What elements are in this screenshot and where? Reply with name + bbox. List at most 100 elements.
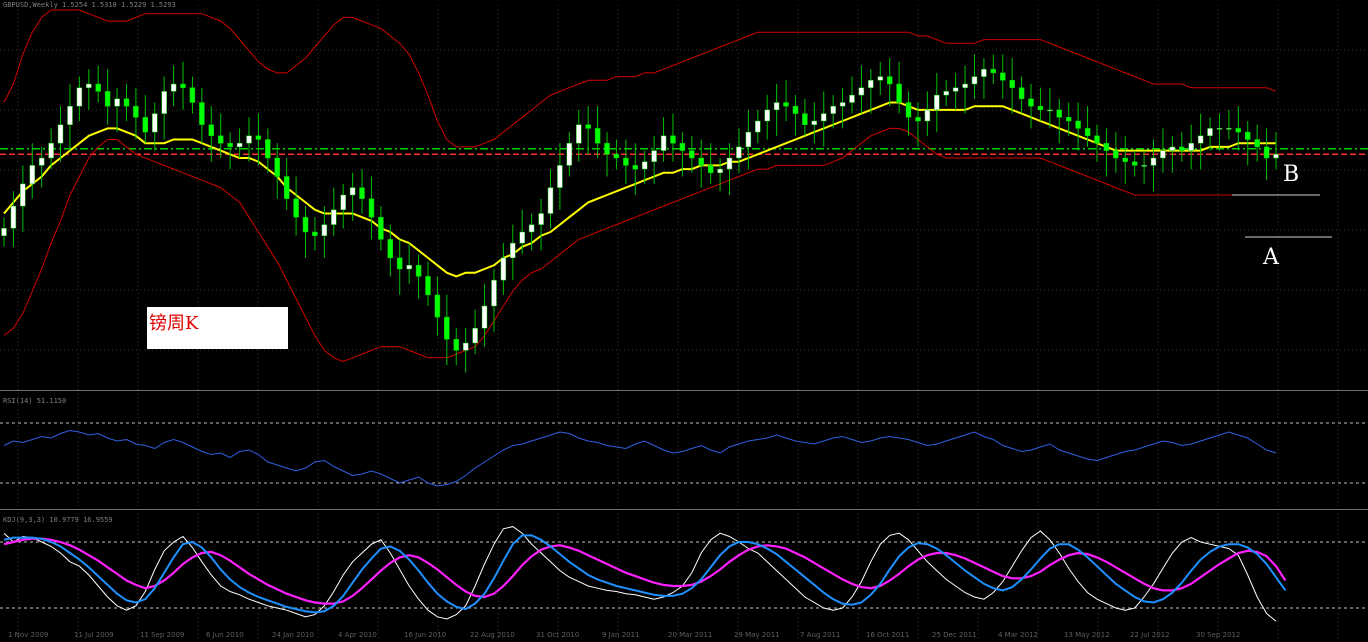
- candle-body: [86, 83, 92, 88]
- x-tick-label: 13 May 2012: [1064, 631, 1110, 639]
- candle-body: [660, 135, 667, 151]
- candle-body: [849, 94, 855, 103]
- candle-body: [952, 87, 959, 92]
- x-tick-label: 31 Oct 2010: [536, 631, 580, 639]
- candle-body: [689, 150, 695, 159]
- stoch-d-line: [3, 534, 1287, 614]
- candle-body: [1047, 109, 1053, 112]
- candle-body: [67, 105, 73, 125]
- candle-body: [1018, 87, 1025, 100]
- candle-body: [1122, 157, 1128, 162]
- candle-body: [29, 165, 36, 185]
- candle-body: [528, 224, 535, 233]
- candle-body: [349, 187, 356, 196]
- candle-body: [623, 157, 629, 166]
- candle-body: [10, 205, 17, 229]
- candle-body: [858, 87, 865, 96]
- candle-body: [359, 187, 365, 199]
- candle-body: [830, 105, 836, 114]
- candle-body: [20, 183, 26, 207]
- candle-body: [698, 157, 704, 166]
- candle-body: [896, 83, 902, 103]
- candle-body: [378, 216, 384, 240]
- candle-body: [811, 120, 818, 125]
- candle-body: [462, 342, 469, 351]
- candle-body: [604, 142, 610, 155]
- candle-body: [820, 113, 827, 122]
- candle-body: [189, 87, 196, 103]
- candle-body: [707, 165, 714, 174]
- candle-body: [500, 257, 507, 281]
- candle-body: [415, 265, 422, 277]
- x-tick-label: 7 Aug 2011: [800, 631, 841, 639]
- candle-body: [491, 279, 497, 307]
- candle-body: [331, 209, 337, 225]
- candle-body: [943, 91, 949, 96]
- candle-body: [576, 124, 582, 144]
- x-tick-label: 4 Apr 2010: [338, 631, 377, 639]
- candle-body: [1141, 165, 1147, 167]
- candle-body: [519, 231, 525, 244]
- candle-body: [321, 224, 328, 236]
- candle-body: [632, 165, 639, 170]
- candle-body: [924, 109, 931, 122]
- candle-body: [538, 213, 544, 225]
- candle-body: [934, 94, 940, 111]
- label-b: B: [1283, 162, 1300, 187]
- candle-body: [199, 102, 205, 125]
- candle-body: [990, 68, 997, 74]
- x-tick-label: 16 Oct 2011: [866, 631, 910, 639]
- x-tick-label: 4 Mar 2012: [998, 631, 1038, 639]
- candle-body: [1244, 131, 1251, 140]
- candle-body: [312, 231, 318, 236]
- x-tick-label: 6 Jun 2010: [206, 631, 244, 639]
- candle-body: [1188, 142, 1194, 151]
- candle-body: [434, 294, 441, 318]
- candle-body: [905, 102, 912, 118]
- candle-body: [1028, 98, 1034, 107]
- candle-body: [547, 187, 554, 214]
- candle-body: [340, 194, 346, 211]
- candle-body: [255, 135, 262, 140]
- candle-body: [773, 102, 780, 111]
- candle-body: [368, 198, 375, 218]
- x-tick-label: 30 Sep 2012: [1196, 631, 1241, 639]
- candle-body: [246, 135, 252, 144]
- candle-body: [1075, 120, 1081, 129]
- candle-body: [265, 139, 271, 159]
- panel-separator-1: [0, 390, 1368, 391]
- candle-body: [396, 257, 403, 270]
- candle-body: [1207, 128, 1213, 137]
- candle-body: [764, 109, 770, 122]
- candle-body: [613, 154, 620, 159]
- candle-body: [133, 105, 139, 118]
- x-tick-label: 22 Aug 2010: [470, 631, 515, 639]
- x-tick-label: 16 Jun 2010: [404, 631, 447, 639]
- candle-body: [48, 142, 54, 159]
- candle-body: [755, 120, 761, 133]
- note-box: 镑周K: [147, 307, 288, 349]
- candle-body: [1169, 146, 1176, 151]
- candle-body: [1, 228, 7, 236]
- candle-body: [208, 124, 215, 137]
- candle-body: [95, 83, 101, 92]
- candle-body: [1000, 72, 1006, 81]
- candle-body: [1226, 128, 1232, 130]
- candle-body: [1235, 128, 1242, 133]
- candle-body: [1263, 146, 1270, 159]
- candle-body: [472, 327, 478, 344]
- x-tick-label: 11 Jul 2009: [74, 631, 114, 639]
- note-text: 镑周K: [149, 313, 199, 334]
- x-tick-label: 25 Dec 2011: [932, 631, 977, 639]
- candle-body: [236, 142, 243, 148]
- candle-body: [670, 135, 676, 144]
- label-a: A: [1263, 245, 1279, 270]
- bollinger-upper-line: [3, 9, 1277, 148]
- candle-body: [745, 131, 752, 148]
- candle-body: [962, 83, 968, 88]
- candle-body: [1037, 105, 1044, 111]
- candle-body: [152, 113, 158, 133]
- candle-body: [180, 83, 186, 88]
- chart-root: GBPUSD,Weekly 1.5254 1.5318 1.5229 1.529…: [0, 0, 1368, 642]
- candle-body: [1179, 146, 1185, 151]
